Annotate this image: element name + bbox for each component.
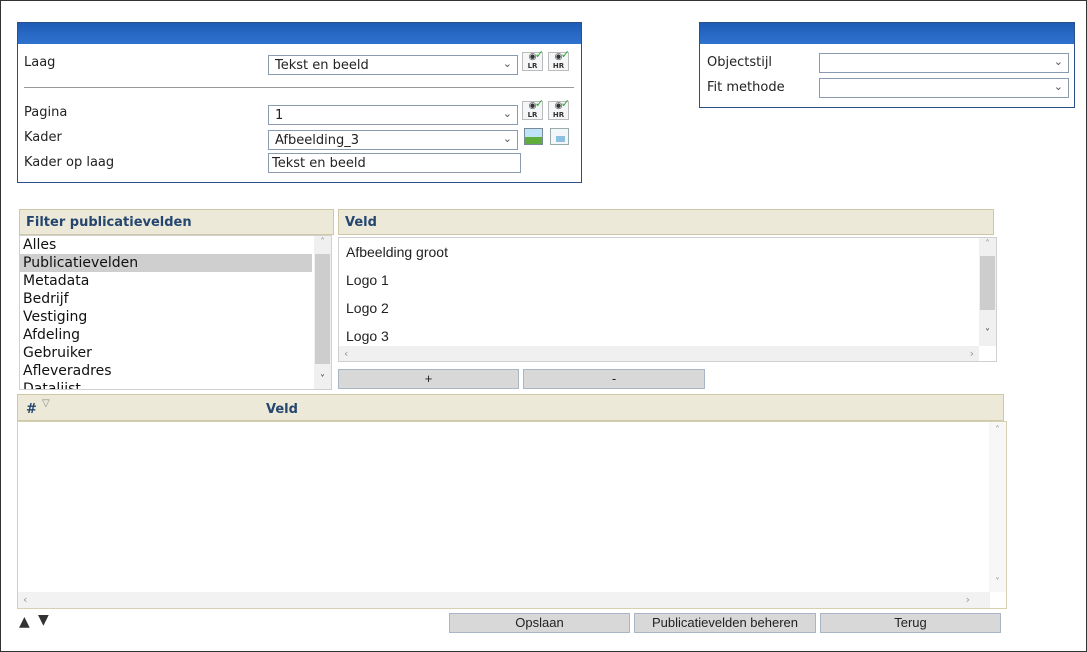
fit-methode-label: Fit methode <box>707 80 785 95</box>
grid-scrollbar[interactable]: ˄ ˅ <box>989 422 1006 592</box>
laag-label: Laag <box>24 55 56 70</box>
check-icon: ✓ <box>560 97 570 110</box>
remove-button[interactable]: - <box>523 369 705 389</box>
image-placeholder-icon[interactable] <box>550 128 569 145</box>
panel-header <box>700 23 1074 44</box>
scroll-up-icon[interactable]: ˄ <box>314 237 331 248</box>
col-hash: # <box>26 402 37 417</box>
objectstijl-select[interactable]: ⌄ <box>819 53 1069 73</box>
pagina-label: Pagina <box>24 105 68 120</box>
filter-item[interactable]: Bedrijf <box>20 290 312 308</box>
add-button[interactable]: + <box>338 369 519 389</box>
veld-list[interactable]: Afbeelding groot Logo 1 Logo 2 Logo 3 ˄ ˅ ‹… <box>338 237 997 362</box>
move-down-icon[interactable]: ▼ <box>38 612 49 628</box>
check-icon: ✓ <box>534 48 544 61</box>
chevron-down-icon: ⌄ <box>502 57 512 70</box>
kader-select-value: Afbeelding_3 <box>275 133 359 148</box>
scrollbar-thumb[interactable] <box>315 254 330 364</box>
selected-fields-header: # ▽ Veld <box>17 394 1004 421</box>
page-preview-lr-button[interactable]: ◉ LR ✓ <box>522 97 544 120</box>
pagina-select[interactable]: 1 ⌄ <box>268 105 518 125</box>
filter-item[interactable]: Alles <box>20 236 312 254</box>
filter-header: Filter publicatievelden <box>19 209 334 235</box>
chevron-down-icon: ⌄ <box>1053 55 1063 68</box>
scroll-left-icon[interactable]: ‹ <box>344 347 348 360</box>
scroll-left-icon[interactable]: ‹ <box>23 593 27 606</box>
preview-lr-button[interactable]: ◉ LR ✓ <box>522 48 544 71</box>
move-up-icon[interactable]: ▲ <box>19 614 30 630</box>
chevron-down-icon: ⌄ <box>502 107 512 120</box>
selected-fields-grid[interactable]: ˄ ˅ ‹ › <box>17 421 1007 609</box>
veld-item[interactable]: Logo 1 <box>339 266 977 294</box>
objectstijl-label: Objectstijl <box>707 55 773 70</box>
filter-scrollbar[interactable]: ˄ ˅ <box>314 236 331 389</box>
filter-item[interactable]: Gebruiker <box>20 344 312 362</box>
fit-methode-select[interactable]: ⌄ <box>819 78 1069 98</box>
save-button[interactable]: Opslaan <box>449 613 630 633</box>
filter-items: Alles Publicatievelden Metadata Bedrijf Vest… <box>20 236 312 389</box>
chevron-down-icon: ⌄ <box>502 132 512 145</box>
filter-item[interactable]: Vestiging <box>20 308 312 326</box>
filter-item[interactable]: Publicatievelden <box>20 254 312 272</box>
veld-scrollbar[interactable]: ˄ ˅ <box>979 238 996 346</box>
veld-items: Afbeelding groot Logo 1 Logo 2 Logo 3 <box>339 238 977 350</box>
grid-hscrollbar[interactable]: ‹ › <box>18 592 990 608</box>
scroll-down-icon[interactable]: ˅ <box>979 328 996 339</box>
scroll-right-icon[interactable]: › <box>970 347 974 360</box>
laag-select-value: Tekst en beeld <box>275 58 369 73</box>
kader-op-laag-field[interactable]: Tekst en beeld <box>268 153 521 173</box>
pagina-select-value: 1 <box>275 108 284 123</box>
scroll-right-icon[interactable]: › <box>966 593 970 606</box>
veld-hscrollbar[interactable]: ‹ › <box>339 346 979 361</box>
kader-op-laag-label: Kader op laag <box>24 155 115 170</box>
scroll-up-icon[interactable]: ˄ <box>979 239 996 250</box>
check-icon: ✓ <box>534 97 544 110</box>
chevron-down-icon: ⌄ <box>1053 80 1063 93</box>
veld-item[interactable]: Logo 2 <box>339 294 977 322</box>
back-button[interactable]: Terug <box>820 613 1001 633</box>
sort-icon[interactable]: ▽ <box>42 398 50 409</box>
filter-item[interactable]: Afleveradres <box>20 362 312 380</box>
kader-select[interactable]: Afbeelding_3 ⌄ <box>268 130 518 150</box>
scroll-up-icon[interactable]: ˄ <box>989 425 1006 436</box>
scrollbar-thumb[interactable] <box>980 256 995 310</box>
image-icon[interactable] <box>524 128 543 145</box>
scroll-down-icon[interactable]: ˅ <box>314 374 331 385</box>
panel-header <box>18 23 581 44</box>
veld-item[interactable]: Afbeelding groot <box>339 238 977 266</box>
kader-label: Kader <box>24 130 62 145</box>
col-veld: Veld <box>266 402 298 417</box>
filter-list[interactable]: Alles Publicatievelden Metadata Bedrijf Vest… <box>19 235 332 390</box>
filter-item[interactable]: Metadata <box>20 272 312 290</box>
preview-hr-button[interactable]: ◉ HR ✓ <box>548 48 570 71</box>
manage-fields-button[interactable]: Publicatievelden beheren <box>634 613 816 633</box>
scroll-down-icon[interactable]: ˅ <box>989 577 1006 588</box>
filter-item[interactable]: Afdeling <box>20 326 312 344</box>
page-preview-hr-button[interactable]: ◉ HR ✓ <box>548 97 570 120</box>
check-icon: ✓ <box>560 48 570 61</box>
divider <box>24 87 574 88</box>
veld-header: Veld <box>338 209 994 235</box>
laag-select[interactable]: Tekst en beeld ⌄ <box>268 55 518 75</box>
filter-item[interactable]: Datalijst <box>20 380 312 389</box>
